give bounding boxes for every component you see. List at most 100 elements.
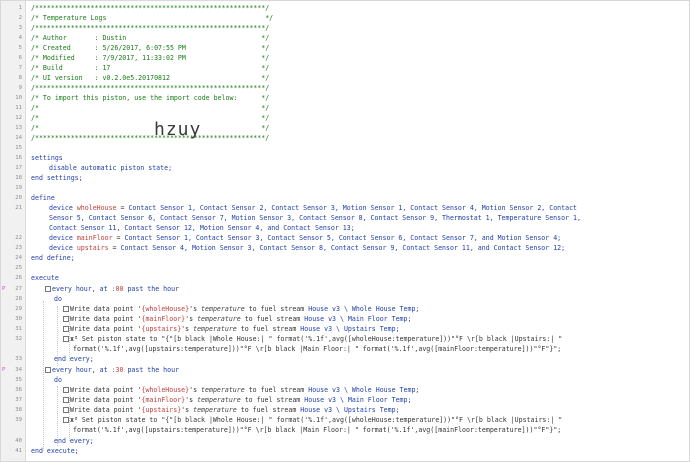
code-line-21-wrap-2[interactable]: Contact Sensor 11, Contact Sensor 12, Mo…	[49, 223, 355, 233]
code-line-31[interactable]: Write data point '{upstairs}'s temperatu…	[63, 324, 400, 334]
code-line-24[interactable]: end define;	[31, 253, 75, 263]
code-line-33[interactable]: end every;	[54, 354, 94, 364]
code-line-32[interactable]: x² Set piston state to "{"[b black |Whol…	[63, 334, 562, 344]
attr-temperature: temperature	[201, 386, 245, 394]
line-number: 23	[15, 245, 22, 251]
action-text: Write data point '	[70, 325, 142, 333]
to-fuel-stream: to fuel stream	[244, 386, 309, 394]
to-fuel-stream: to fuel stream	[244, 305, 309, 313]
code-line-6[interactable]: /* Modified : 7/9/2017, 11:33:02 PM */	[31, 53, 269, 63]
code-line-35[interactable]: do	[54, 375, 62, 385]
to-fuel-stream: to fuel stream	[236, 325, 301, 333]
line-number: 31	[15, 326, 22, 332]
line-number: 3	[18, 25, 22, 31]
code-line-11[interactable]: /* */	[31, 103, 269, 113]
stream-name: House v3 \ Main Floor Temp;	[304, 315, 412, 323]
code-line-41[interactable]: end execute;	[31, 446, 79, 456]
statement-checkbox[interactable]	[63, 387, 69, 393]
code-line-21[interactable]: device wholeHouse = Contact Sensor 1, Co…	[49, 203, 577, 213]
code-line-2[interactable]: /* Temperature Logs */	[31, 13, 273, 23]
code-line-21-wrap-1[interactable]: Sensor 5, Contact Sensor 6, Contact Sens…	[49, 213, 581, 223]
past-hour: past the hour	[123, 366, 180, 374]
code-line-3[interactable]: /***************************************…	[31, 23, 269, 33]
variable-mainfloor: mainFloor	[76, 234, 113, 242]
code-line-37[interactable]: Write data point '{mainFloor}'s temperat…	[63, 395, 411, 405]
to-fuel-stream: to fuel stream	[236, 406, 301, 414]
statement-checkbox[interactable]	[63, 326, 69, 332]
line-number: 8	[18, 75, 22, 81]
code-line-22[interactable]: device mainFloor = Contact Sensor 1, Con…	[49, 233, 561, 243]
code-line-32-wrap[interactable]: format('%.1f',avg([upstairs:temperature]…	[73, 344, 561, 354]
line-number: 10	[15, 95, 22, 101]
action-text: Write data point '	[70, 315, 142, 323]
device-list: Contact Sensor 4, Motion Sensor 3, Conta…	[120, 244, 566, 252]
statement-checkbox[interactable]	[63, 306, 69, 312]
line-number: 35	[15, 377, 22, 383]
statement-checkbox[interactable]	[63, 336, 69, 342]
code-line-39-wrap[interactable]: format('%.1f',avg([upstairs:temperature]…	[73, 425, 561, 435]
code-line-7[interactable]: /* Build : 17 */	[31, 63, 269, 73]
past-hour: past the hour	[123, 285, 180, 293]
line-number: 20	[15, 195, 22, 201]
line-number: 41	[15, 448, 22, 454]
stream-name: House v3 \ Whole House Temp;	[308, 305, 420, 313]
code-line-10[interactable]: /* To import this piston, use the import…	[31, 93, 269, 103]
device-list: Contact Sensor 1, Contact Sensor 3, Cont…	[124, 234, 562, 242]
code-line-9[interactable]: /***************************************…	[31, 83, 269, 93]
line-number-gutter: 1 2 3 4 5 6 7 8 9 10 11 12 13 14 15 16 17 18 19 20 21 22 23 24 2…	[1, 1, 26, 461]
apostrophe-s: 's	[181, 406, 194, 414]
code-line-27[interactable]: every hour, at :00 past the hour	[45, 284, 179, 294]
code-line-4[interactable]: /* Author : Dustin */	[31, 33, 269, 43]
fold-marker-icon[interactable]: P	[2, 284, 5, 294]
time-value: :30	[111, 366, 124, 374]
expr-wholehouse: {wholeHouse}	[141, 386, 190, 394]
code-line-40[interactable]: end every;	[54, 436, 94, 446]
code-line-28[interactable]: do	[54, 294, 62, 304]
attr-temperature: temperature	[193, 325, 237, 333]
code-line-39[interactable]: x² Set piston state to "{"[b black |Whol…	[63, 415, 562, 425]
code-line-29[interactable]: Write data point '{wholeHouse}'s tempera…	[63, 304, 419, 314]
time-value: :00	[111, 285, 124, 293]
code-line-30[interactable]: Write data point '{mainFloor}'s temperat…	[63, 314, 411, 324]
code-line-1[interactable]: /***************************************…	[31, 3, 269, 13]
code-line-36[interactable]: Write data point '{wholeHouse}'s tempera…	[63, 385, 419, 395]
line-number: 16	[15, 155, 22, 161]
code-line-26[interactable]: execute	[31, 273, 59, 283]
code-line-34[interactable]: every hour, at :30 past the hour	[45, 365, 179, 375]
code-line-14[interactable]: /***************************************…	[31, 133, 269, 143]
code-editor[interactable]: 1 2 3 4 5 6 7 8 9 10 11 12 13 14 15 16 17 18 19 20 21 22 23 24 2…	[0, 0, 690, 462]
equals: =	[112, 234, 125, 242]
code-line-8[interactable]: /* UI version : v0.2.0e5.20170812 */	[31, 73, 269, 83]
expr-mainfloor: {mainFloor}	[141, 315, 186, 323]
code-line-5[interactable]: /* Created : 5/26/2017, 6:07:55 PM */	[31, 43, 269, 53]
line-number: 6	[18, 55, 22, 61]
line-number: 28	[15, 296, 22, 302]
variable-upstairs: upstairs	[76, 244, 109, 252]
code-line-12[interactable]: /* */	[31, 113, 269, 123]
statement-checkbox[interactable]	[63, 316, 69, 322]
statement-checkbox[interactable]	[45, 286, 51, 292]
line-number: 21	[15, 205, 22, 211]
every-keyword: every hour, at	[52, 285, 112, 293]
code-line-13[interactable]: /* */	[31, 123, 269, 133]
code-line-16[interactable]: settings	[31, 153, 63, 163]
code-line-38[interactable]: Write data point '{upstairs}'s temperatu…	[63, 405, 400, 415]
code-line-17[interactable]: disable automatic piston state;	[49, 163, 172, 173]
fold-marker-icon[interactable]: P	[2, 365, 5, 375]
line-number: 19	[15, 185, 22, 191]
line-number: 14	[15, 135, 22, 141]
statement-checkbox[interactable]	[63, 407, 69, 413]
to-fuel-stream: to fuel stream	[240, 396, 305, 404]
code-line-20[interactable]: define	[31, 193, 55, 203]
code-line-23[interactable]: device upstairs = Contact Sensor 4, Moti…	[49, 243, 565, 253]
statement-checkbox[interactable]	[45, 367, 51, 373]
line-number: 13	[15, 125, 22, 131]
device-keyword: device	[49, 204, 73, 212]
action-text: Write data point '	[70, 386, 142, 394]
code-line-18[interactable]: end settings;	[31, 173, 83, 183]
line-number: 40	[15, 438, 22, 444]
statement-checkbox[interactable]	[63, 397, 69, 403]
statement-checkbox[interactable]	[63, 417, 69, 423]
apostrophe-s: 's	[185, 315, 198, 323]
line-number: 4	[18, 35, 22, 41]
